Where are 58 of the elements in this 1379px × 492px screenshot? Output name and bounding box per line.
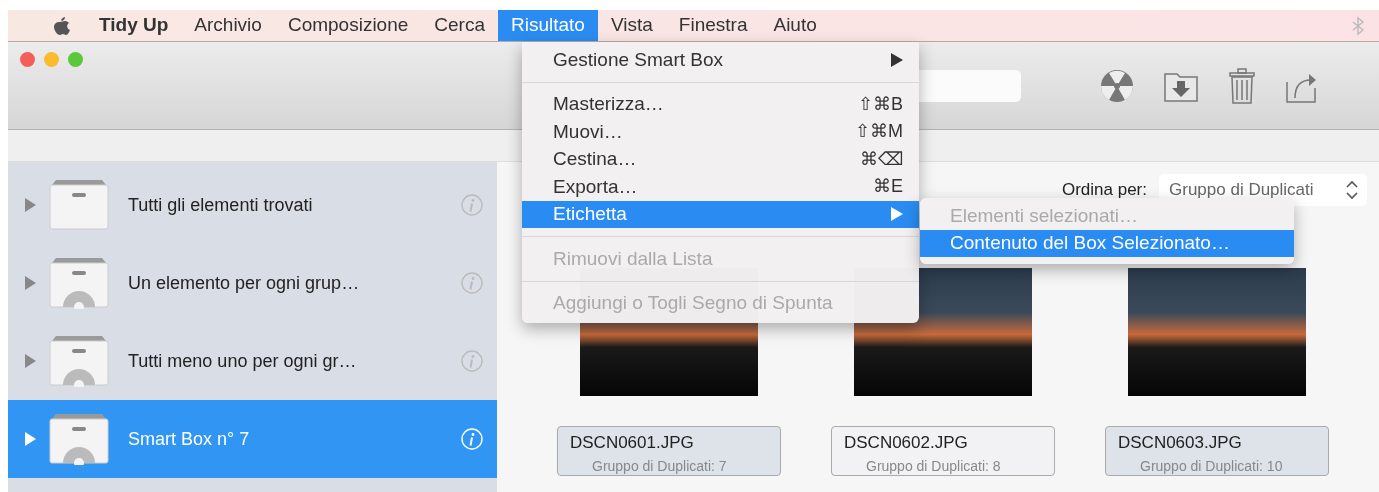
- disclosure-triangle-icon[interactable]: [24, 275, 36, 291]
- sidebar-label: Smart Box n° 7: [127, 427, 251, 451]
- menu-entry-label: Aggiungi o Togli Segno di Spunta: [553, 291, 834, 315]
- drawer-box-icon: [48, 179, 110, 231]
- close-button[interactable]: [20, 52, 35, 67]
- menu-entry-label: Rimuovi dalla Lista: [553, 246, 714, 271]
- gear-box-icon: [48, 335, 110, 387]
- menu-item[interactable]: Finestra: [665, 10, 761, 41]
- shortcut-label: ⌘⌫: [860, 147, 903, 171]
- menu-entry-label: Gestione Smart Box: [553, 47, 725, 72]
- menu-item[interactable]: Composizione: [274, 10, 422, 41]
- updown-arrows-icon: [1345, 180, 1359, 200]
- menu-entry-label: Muovi…: [553, 119, 624, 144]
- file-name: DSCN0602.JPG: [844, 432, 969, 454]
- zoom-button[interactable]: [68, 52, 83, 67]
- menu-entry[interactable]: Masterizza… ⇧⌘B: [522, 90, 919, 118]
- menu-entry-label: Cestina…: [553, 147, 638, 171]
- menu-item[interactable]: Archivio: [181, 10, 275, 41]
- sidebar-label: Tutti meno uno per ogni gr…: [127, 349, 358, 373]
- file-name: DSCN0603.JPG: [1118, 432, 1243, 454]
- file-name: DSCN0601.JPG: [570, 432, 695, 454]
- duplicate-group: Gruppo di Duplicati: 8: [844, 455, 1042, 477]
- sort-label: Ordina per:: [1061, 179, 1147, 202]
- gear-box-icon: [48, 413, 110, 465]
- submenu-arrow-icon: [890, 51, 903, 68]
- radiation-icon[interactable]: [1099, 67, 1135, 104]
- duplicate-group: Gruppo di Duplicati: 10: [1118, 455, 1316, 477]
- disclosure-triangle-icon[interactable]: [24, 197, 36, 213]
- file-label[interactable]: DSCN0602.JPG Gruppo di Duplicati: 8: [831, 426, 1055, 476]
- shortcut-label: ⌘E: [873, 175, 903, 199]
- bluetooth-icon[interactable]: [1351, 16, 1365, 36]
- menu-entry[interactable]: Muovi… ⇧⌘M: [522, 118, 919, 146]
- menu-entry-label: Etichetta: [553, 202, 628, 226]
- menu-item[interactable]: Aiuto: [760, 10, 830, 41]
- duplicate-group: Gruppo di Duplicati: 7: [570, 455, 768, 477]
- menu-entry[interactable]: Cestina… ⌘⌫: [522, 145, 919, 173]
- sidebar-item[interactable]: Tutti gli elementi trovati: [8, 166, 497, 244]
- menu-entry-label: Masterizza…: [553, 92, 665, 116]
- shortcut-label: ⇧⌘M: [855, 120, 903, 144]
- file-label[interactable]: DSCN0601.JPG Gruppo di Duplicati: 7: [557, 426, 781, 476]
- disclosure-triangle-icon[interactable]: [24, 353, 36, 369]
- apple-icon[interactable]: [51, 14, 73, 37]
- menu-entry[interactable]: Exporta… ⌘E: [522, 173, 919, 201]
- menu-entry[interactable]: Gestione Smart Box: [522, 46, 919, 74]
- disclosure-triangle-icon[interactable]: [24, 431, 36, 447]
- submenu-arrow-icon: [890, 206, 903, 223]
- sidebar-label: Un elemento per ogni grup…: [127, 271, 361, 295]
- gear-box-icon: [48, 257, 110, 309]
- file-label[interactable]: DSCN0603.JPG Gruppo di Duplicati: 10: [1105, 426, 1329, 476]
- app-menu[interactable]: Tidy Up: [86, 10, 182, 41]
- menu-item[interactable]: Vista: [597, 10, 666, 41]
- sidebar-label: Tutti gli elementi trovati: [127, 193, 314, 217]
- trash-icon[interactable]: [1227, 67, 1257, 104]
- sidebar-item[interactable]: Un elemento per ogni grup…: [8, 244, 497, 322]
- menu-item[interactable]: Cerca: [421, 10, 498, 41]
- menu-entry-label: Exporta…: [553, 174, 639, 199]
- sidebar-item[interactable]: Tutti meno uno per ogni gr…: [8, 322, 497, 400]
- shortcut-label: ⇧⌘B: [858, 92, 903, 116]
